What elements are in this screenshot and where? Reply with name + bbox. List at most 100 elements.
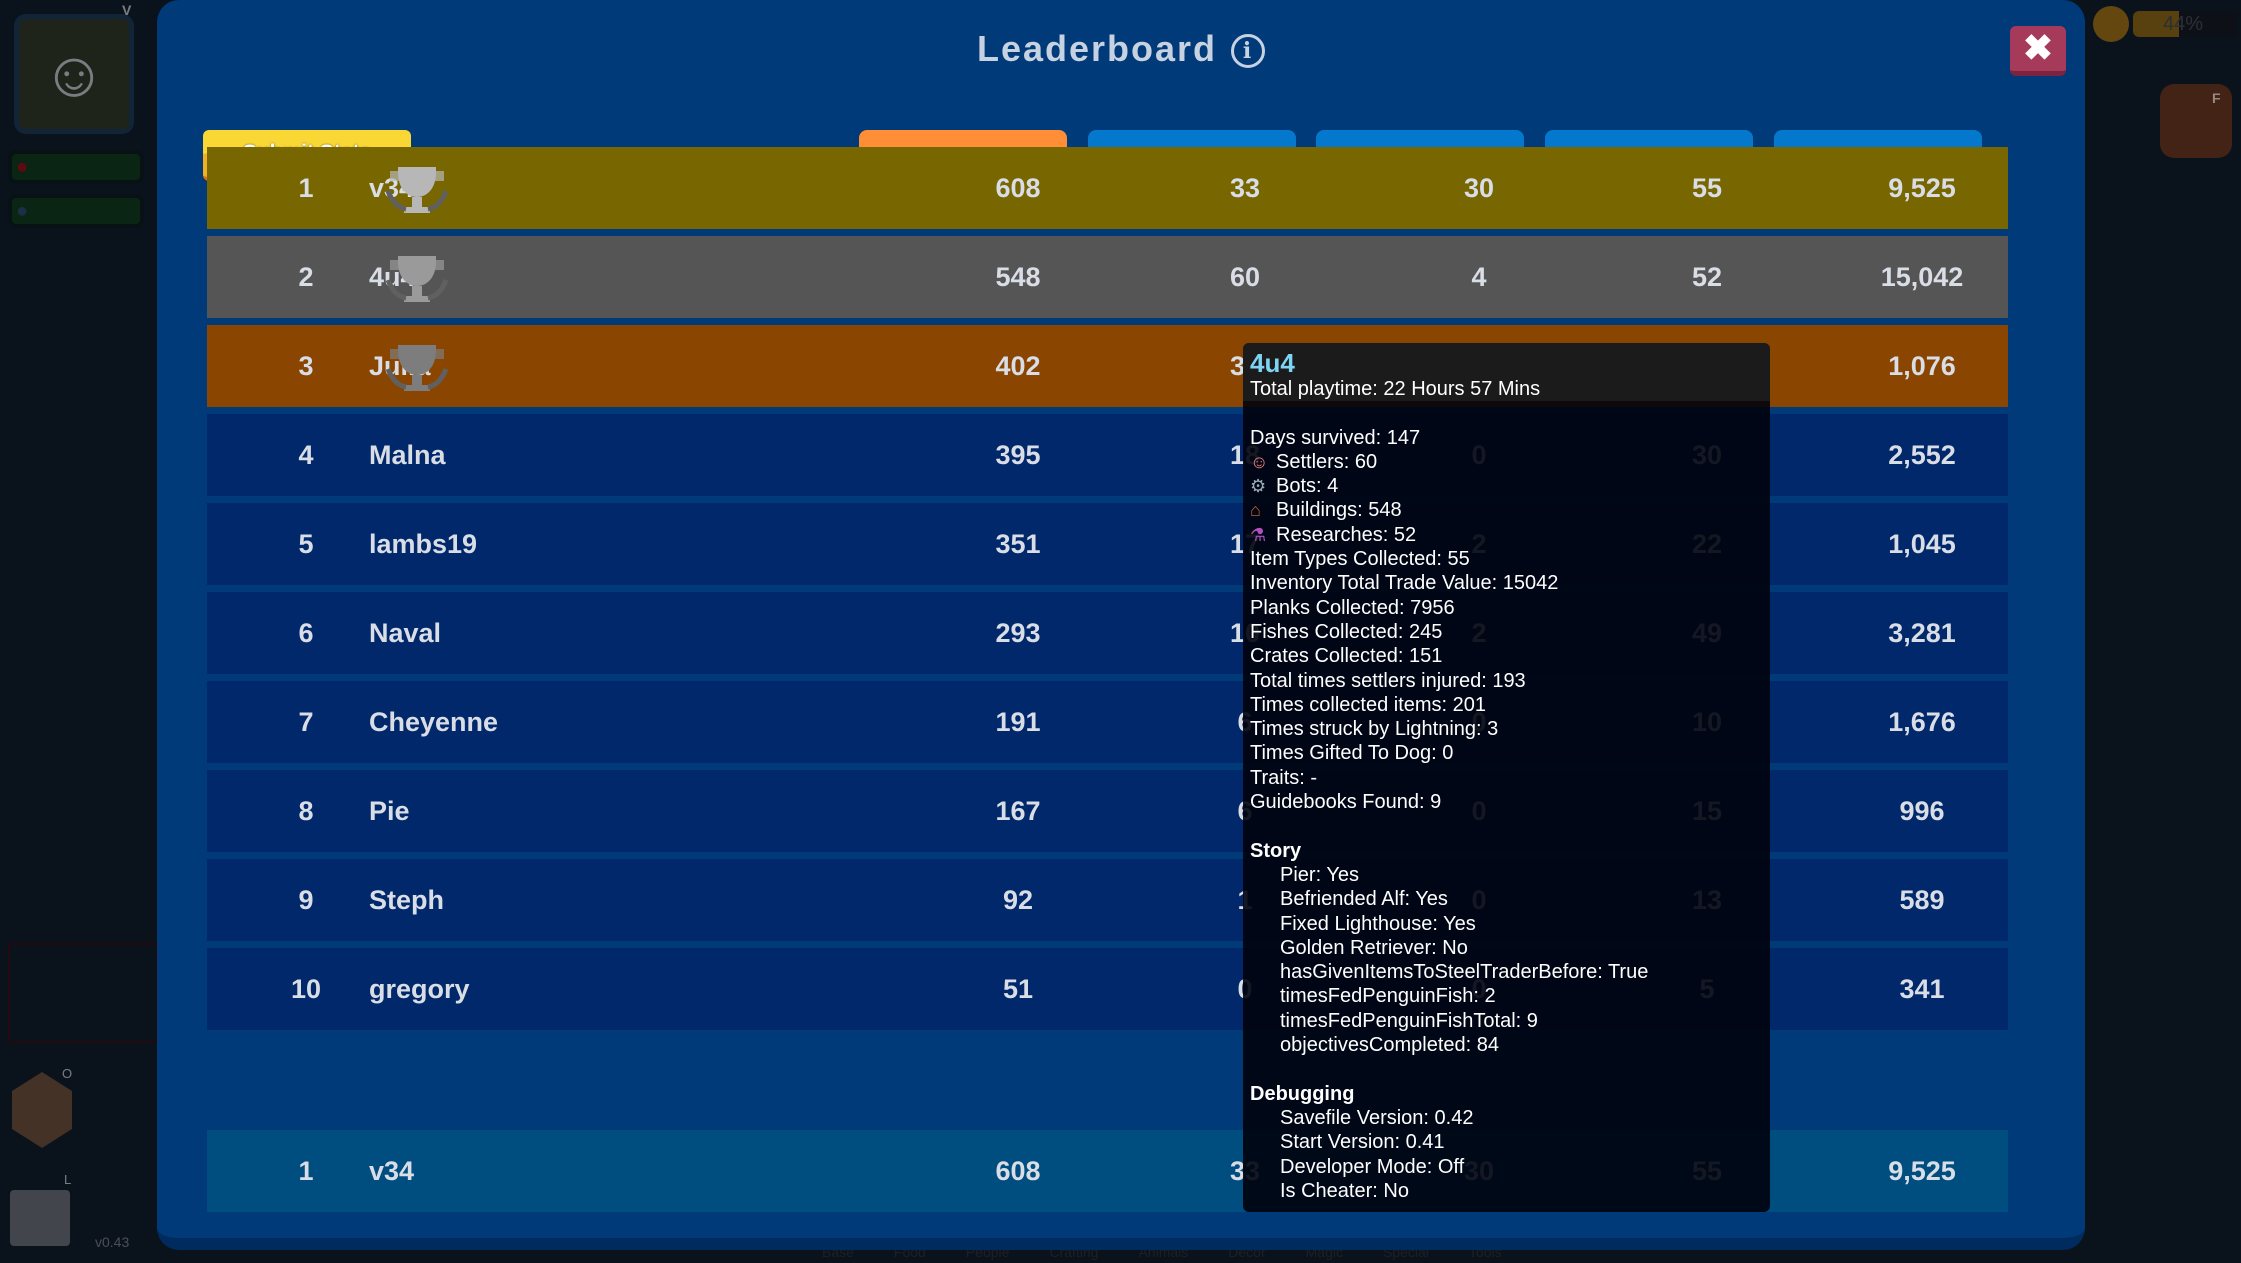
tooltip-line: objectivesCompleted: 84 [1280, 1034, 1500, 1057]
tooltip-line-text: Settlers: 60 [1276, 450, 1378, 473]
cell-inventory: 589 [1899, 885, 1945, 915]
cell-buildings: 167 [995, 796, 1041, 826]
cell-buildings: 351 [995, 529, 1041, 559]
cell-inventory: 9,525 [1888, 1156, 1956, 1186]
cell-name: Pie [369, 796, 410, 826]
tooltip-line: timesFedPenguinFishTotal: 9 [1280, 1009, 1538, 1032]
title-text: Leaderboard [976, 28, 1218, 69]
cell-settlers: 60 [1229, 262, 1261, 292]
medal-hotkey: O [62, 1066, 73, 1081]
cell-inventory: 341 [1899, 974, 1945, 1004]
cell-bots: 4 [1471, 262, 1487, 292]
building-icon: ⌂ [1250, 500, 1261, 521]
cell-name: lambs19 [369, 529, 478, 559]
silver-trophy-icon [384, 236, 450, 318]
tooltip-line: Fixed Lighthouse: Yes [1280, 912, 1476, 935]
version-label: v0.43 [95, 1234, 130, 1250]
cell-buildings: 402 [995, 351, 1041, 381]
cell-rank: 10 [290, 974, 322, 1004]
tooltip-line: Times Gifted To Dog: 0 [1250, 742, 1454, 765]
close-button[interactable]: ✖ [2010, 26, 2066, 76]
cell-rank: 1 [298, 1156, 314, 1186]
tooltip-line: Crates Collected: 151 [1250, 645, 1443, 668]
cell-name: Steph [369, 885, 445, 915]
tooltip-line: ⚙ Bots: 4 [1250, 474, 1763, 498]
tooltip-line: hasGivenItemsToSteelTraderBefore: True [1280, 961, 1649, 984]
cell-bots: 30 [1463, 173, 1495, 203]
scroll-hotkey: L [64, 1172, 72, 1187]
tooltip-line: Developer Mode: Off [1280, 1155, 1465, 1178]
tooltip-line: Times collected items: 201 [1250, 693, 1487, 716]
close-icon: ✖ [2022, 27, 2054, 68]
player-avatar[interactable]: ☺ [14, 14, 134, 134]
tooltip-player-name: 4u4 [1250, 348, 1295, 378]
bot-icon: ⚙ [1250, 476, 1267, 497]
info-icon[interactable]: i [1231, 34, 1266, 68]
cell-buildings: 395 [995, 440, 1041, 470]
cell-rank: 5 [298, 529, 314, 559]
cell-buildings: 548 [995, 262, 1041, 292]
cell-inventory: 15,042 [1880, 262, 1964, 292]
tooltip-line: Inventory Total Trade Value: 15042 [1250, 572, 1559, 595]
cell-rank: 4 [298, 440, 314, 470]
cell-name: Naval [369, 618, 442, 648]
cell-buildings: 92 [1002, 885, 1034, 915]
cell-rank: 6 [298, 618, 314, 648]
cell-rank: 7 [298, 707, 314, 737]
cell-name: Malna [369, 440, 446, 470]
leaderboard-row[interactable]: 2 4u4 548 60 4 52 15,042 [207, 236, 2008, 318]
cell-name: gregory [369, 974, 470, 1004]
cell-buildings: 608 [995, 173, 1041, 203]
mood-smiley-icon [2093, 6, 2129, 42]
tooltip-playtime: Total playtime: 22 Hours 57 Mins [1250, 378, 1541, 400]
apple-icon: ● [16, 156, 29, 178]
tooltip-line-text: Researches: 52 [1276, 523, 1417, 546]
tooltip-line: Times struck by Lightning: 3 [1250, 718, 1499, 741]
tooltip-line: Item Types Collected: 55 [1250, 548, 1470, 571]
bronze-trophy-icon [384, 325, 450, 407]
cell-rank: 1 [298, 173, 314, 203]
cell-buildings: 191 [995, 707, 1041, 737]
tooltip-line: Planks Collected: 7956 [1250, 596, 1455, 619]
tooltip-line: Is Cheater: No [1280, 1179, 1409, 1202]
tooltip-line: ⌂ Buildings: 548 [1250, 498, 1763, 522]
cell-rank: 8 [298, 796, 314, 826]
cell-buildings: 51 [1002, 974, 1034, 1004]
tooltip-line: Pier: Yes [1280, 863, 1359, 886]
food-bar: ● [8, 150, 144, 184]
backpack-icon[interactable] [2160, 84, 2232, 158]
leaderboard-row[interactable]: 1v346083330559,525 [207, 147, 2008, 229]
cell-inventory: 1,045 [1888, 529, 1956, 559]
tooltip-line: Guidebooks Found: 9 [1250, 791, 1442, 814]
scroll-icon[interactable] [10, 1190, 70, 1246]
medal-icon[interactable] [12, 1072, 72, 1148]
cell-inventory: 996 [1899, 796, 1945, 826]
settler-icon: ☺ [1250, 451, 1269, 472]
tooltip-line: Total times settlers injured: 193 [1250, 669, 1526, 692]
cell-researches: 52 [1691, 262, 1723, 292]
cell-rank: 3 [298, 351, 314, 381]
cell-researches: 55 [1691, 173, 1723, 203]
research-flask-icon: ⚗ [1250, 524, 1267, 545]
mood-percent: 44% [2163, 13, 2204, 35]
tooltip-line: ☺ Settlers: 60 [1250, 450, 1763, 474]
story-heading: Story [1250, 839, 1302, 862]
cell-inventory: 9,525 [1888, 173, 1956, 203]
tooltip-line: Befriended Alf: Yes [1280, 888, 1448, 911]
leaderboard-panel: Leaderboardi ✖ Submit Stats BuildingsSet… [157, 0, 2085, 1250]
cell-buildings: 608 [995, 1156, 1041, 1186]
panel-title: Leaderboard i [157, 28, 2085, 70]
tooltip-line: ⚗ Researches: 52 [1250, 523, 1763, 547]
tooltip-line: Savefile Version: 0.42 [1280, 1106, 1474, 1129]
cell-buildings: 293 [995, 618, 1041, 648]
tooltip-line: Fishes Collected: 245 [1250, 620, 1443, 643]
water-bar: ● [8, 194, 144, 228]
cell-rank: 9 [298, 885, 314, 915]
cell-rank: 2 [298, 262, 314, 292]
debugging-heading: Debugging [1250, 1082, 1355, 1105]
tooltip-line: Start Version: 0.41 [1280, 1131, 1445, 1154]
mood-bar: 44% [2133, 11, 2237, 37]
cell-inventory: 1,076 [1888, 351, 1956, 381]
